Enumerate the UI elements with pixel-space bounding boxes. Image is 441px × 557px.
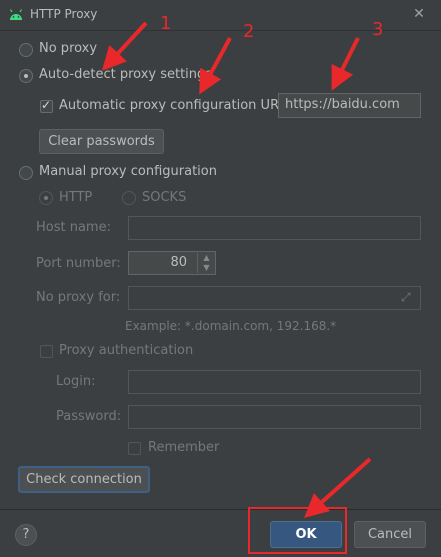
- auto-detect-radio[interactable]: [19, 69, 33, 83]
- manual-proxy-label[interactable]: Manual proxy configuration: [39, 164, 217, 179]
- auto-detect-label[interactable]: Auto-detect proxy settings: [39, 67, 212, 82]
- window-title: HTTP Proxy: [30, 7, 98, 21]
- no-proxy-radio[interactable]: [19, 43, 33, 57]
- ok-button[interactable]: OK: [270, 521, 342, 548]
- proxy-auth-label: Proxy authentication: [59, 343, 194, 358]
- host-name-input[interactable]: [128, 216, 421, 240]
- password-input[interactable]: [128, 405, 421, 429]
- login-input[interactable]: [128, 370, 421, 394]
- no-proxy-for-label: No proxy for:: [36, 290, 121, 305]
- password-label: Password:: [56, 409, 122, 424]
- check-connection-button[interactable]: Check connection: [18, 466, 150, 493]
- annotation-number-3: 3: [372, 19, 384, 40]
- android-icon: [9, 9, 23, 20]
- no-proxy-label[interactable]: No proxy: [39, 41, 97, 56]
- annotation-arrow-3: [331, 37, 360, 91]
- no-proxy-example: Example: *.domain.com, 192.168.*: [125, 319, 337, 333]
- remember-label: Remember: [148, 440, 220, 455]
- annotation-arrow-ok: [304, 457, 372, 519]
- host-name-label: Host name:: [36, 220, 111, 235]
- annotation-number-1: 1: [160, 13, 172, 34]
- manual-proxy-radio[interactable]: [19, 166, 33, 180]
- help-button[interactable]: ?: [15, 524, 37, 546]
- http-label: HTTP: [59, 190, 93, 205]
- close-icon[interactable]: ✕: [410, 5, 428, 23]
- footer-divider: [0, 509, 441, 510]
- no-proxy-for-input[interactable]: [128, 286, 421, 310]
- login-label: Login:: [56, 374, 96, 389]
- pac-url-label[interactable]: Automatic proxy configuration URL:: [59, 98, 291, 113]
- pac-url-checkbox[interactable]: ✓: [40, 98, 53, 113]
- proxy-auth-checkbox[interactable]: [40, 345, 53, 358]
- pac-url-input[interactable]: https://baidu.com: [278, 93, 421, 118]
- cancel-button[interactable]: Cancel: [354, 521, 426, 548]
- port-number-label: Port number:: [36, 256, 121, 271]
- port-stepper[interactable]: ▲ ▼: [197, 253, 215, 273]
- clear-passwords-button[interactable]: Clear passwords: [39, 129, 164, 154]
- socks-label: SOCKS: [142, 190, 187, 205]
- remember-checkbox[interactable]: [128, 442, 141, 455]
- http-radio[interactable]: [39, 191, 53, 205]
- annotation-number-2: 2: [243, 21, 255, 42]
- socks-radio[interactable]: [122, 191, 136, 205]
- expand-icon[interactable]: ⤢: [401, 290, 411, 305]
